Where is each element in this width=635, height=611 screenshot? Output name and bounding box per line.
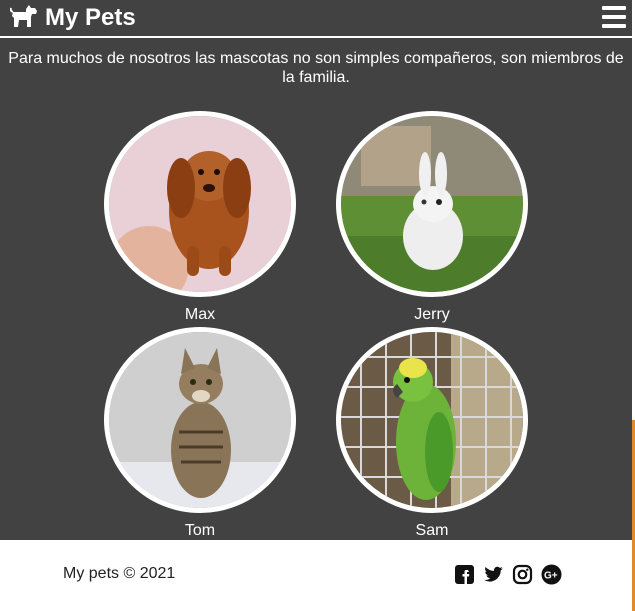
white-rabbit-photo[interactable] — [336, 111, 528, 297]
app-title: My Pets — [45, 4, 136, 31]
twitter-icon[interactable] — [483, 564, 504, 585]
dachshund-puppy-photo[interactable] — [104, 111, 296, 297]
navbar: My Pets — [0, 0, 632, 38]
social-links: G+ — [454, 564, 562, 585]
pet-name: Tom — [184, 522, 216, 539]
copyright-text: My pets © 2021 — [63, 565, 176, 582]
brand-link[interactable]: My Pets — [9, 0, 136, 36]
pet-card-max[interactable]: Max — [104, 111, 296, 324]
intro-text: Para muchos de nosotros las mascotas no … — [8, 50, 624, 86]
pet-name: Sam — [415, 522, 449, 539]
facebook-icon[interactable] — [454, 564, 475, 585]
tabby-cat-photo[interactable] — [104, 327, 296, 513]
pet-name: Max — [184, 306, 216, 323]
svg-text:G+: G+ — [544, 571, 558, 582]
google-plus-icon[interactable]: G+ — [541, 564, 562, 585]
green-parrot-photo[interactable] — [336, 327, 528, 513]
instagram-icon[interactable] — [512, 564, 533, 585]
pet-card-jerry[interactable]: Jerry — [336, 111, 528, 324]
pet-name: Jerry — [414, 306, 450, 323]
footer: My pets © 2021 G+ — [0, 540, 632, 611]
pet-card-sam[interactable]: Sam — [336, 327, 528, 540]
pet-card-tom[interactable]: Tom — [104, 327, 296, 540]
hamburger-menu-icon[interactable] — [602, 6, 626, 28]
dog-icon — [9, 3, 38, 34]
